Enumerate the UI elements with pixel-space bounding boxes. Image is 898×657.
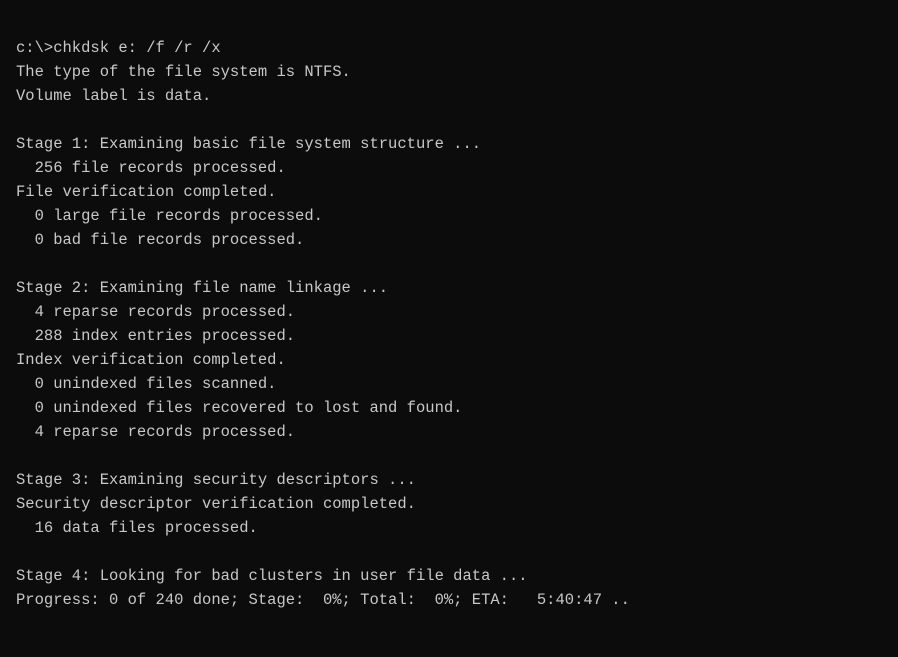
terminal-line-line-11: Index verification completed. [16, 348, 882, 372]
terminal-line-line-10: 288 index entries processed. [16, 324, 882, 348]
terminal-line-line-19: Progress: 0 of 240 done; Stage: 0%; Tota… [16, 588, 882, 612]
terminal-line-line-18: Stage 4: Looking for bad clusters in use… [16, 564, 882, 588]
terminal-line-line-12: 0 unindexed files scanned. [16, 372, 882, 396]
terminal-line-line-2: Volume label is data. [16, 84, 882, 108]
terminal-line-cmd-line: c:\>chkdsk e: /f /r /x [16, 36, 882, 60]
terminal-line-line-16: Security descriptor verification complet… [16, 492, 882, 516]
terminal-line-line-7: 0 bad file records processed. [16, 228, 882, 252]
terminal-window: c:\>chkdsk e: /f /r /xThe type of the fi… [0, 0, 898, 657]
terminal-line-empty-4 [16, 540, 882, 564]
terminal-line-line-3: Stage 1: Examining basic file system str… [16, 132, 882, 156]
terminal-line-empty-1 [16, 108, 882, 132]
terminal-line-line-5: File verification completed. [16, 180, 882, 204]
terminal-line-line-4: 256 file records processed. [16, 156, 882, 180]
terminal-line-line-14: 4 reparse records processed. [16, 420, 882, 444]
terminal-line-line-8: Stage 2: Examining file name linkage ... [16, 276, 882, 300]
terminal-line-line-1: The type of the file system is NTFS. [16, 60, 882, 84]
terminal-line-line-17: 16 data files processed. [16, 516, 882, 540]
terminal-line-line-6: 0 large file records processed. [16, 204, 882, 228]
terminal-line-empty-2 [16, 252, 882, 276]
terminal-line-empty-3 [16, 444, 882, 468]
terminal-line-line-9: 4 reparse records processed. [16, 300, 882, 324]
terminal-line-line-13: 0 unindexed files recovered to lost and … [16, 396, 882, 420]
terminal-line-line-15: Stage 3: Examining security descriptors … [16, 468, 882, 492]
